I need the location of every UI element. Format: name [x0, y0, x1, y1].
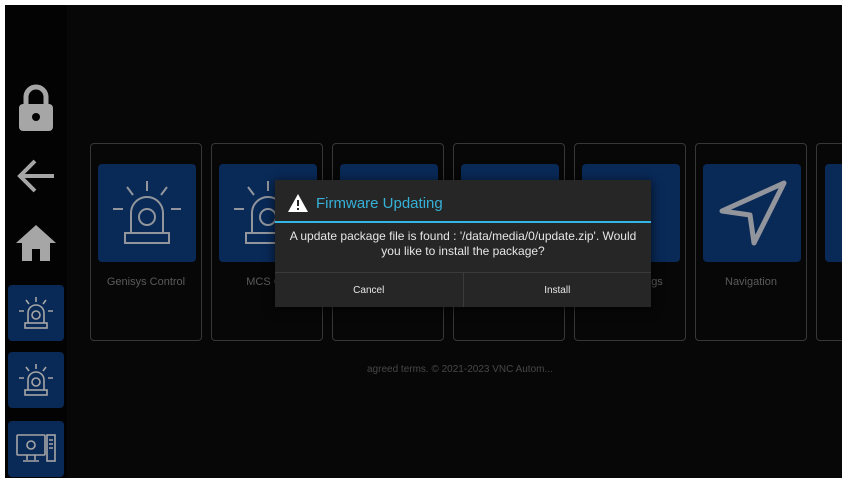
android-screen: Genisys Control MCS Co gs Navigation agr…: [5, 5, 842, 478]
cancel-button[interactable]: Cancel: [275, 273, 463, 307]
warning-icon: [288, 194, 308, 212]
dialog-message: A update package file is found : '/data/…: [289, 229, 637, 258]
dialog-divider: [275, 221, 651, 223]
dialog-title: Firmware Updating: [316, 194, 443, 212]
firmware-update-dialog: Firmware Updating A update package file …: [275, 180, 651, 307]
dialog-buttons: Cancel Install: [275, 272, 651, 307]
dialog-header: Firmware Updating: [287, 190, 443, 216]
install-button[interactable]: Install: [462, 273, 652, 307]
